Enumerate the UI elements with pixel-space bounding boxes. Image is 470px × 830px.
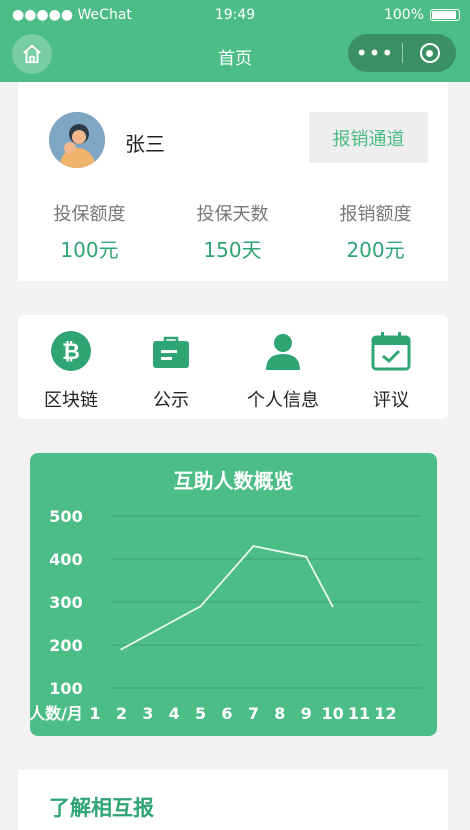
stat-label: 投保天数: [196, 204, 269, 225]
avatar-image: [49, 112, 105, 168]
battery-icon: [430, 9, 460, 21]
stat-label: 报销额度: [339, 204, 412, 225]
x-tick-label: 7: [248, 704, 259, 723]
data-point: [199, 605, 202, 608]
feature-menu: ₿ 区块链 公示 个人信息 评议: [18, 315, 448, 419]
about-title: 了解相互报: [49, 796, 154, 820]
more-menu-button[interactable]: •••: [348, 34, 402, 72]
data-point: [331, 605, 334, 608]
line-chart: 100200300400500人数/月 1 2 3 4 5 6 7 8 9 10 11 12: [30, 507, 422, 723]
nav-bar: 首页 •••: [0, 32, 470, 78]
stat-insured-amount: 投保额度 100元: [18, 200, 161, 263]
battery-percent: 100%: [383, 7, 424, 23]
x-tick-label: 10: [321, 704, 343, 723]
x-tick-label: 12: [374, 704, 396, 723]
data-point: [120, 648, 123, 651]
y-tick-label: 200: [49, 636, 82, 655]
menu-label: 区块链: [44, 390, 98, 411]
target-icon: [419, 43, 440, 63]
y-tick-label: 500: [49, 507, 82, 526]
stat-value: 100元: [60, 238, 119, 262]
status-bar: ●●●●● WeChat 19:49 100%: [0, 0, 470, 32]
stat-claim-amount: 报销额度 200元: [304, 200, 447, 263]
battery-indicator: 100%: [384, 7, 460, 23]
x-tick-label: 1: [89, 704, 100, 723]
user-icon: [261, 329, 305, 373]
bitcoin-icon: ₿: [49, 329, 93, 373]
menu-label: 个人信息: [247, 390, 319, 411]
menu-item-announcement[interactable]: 公示: [118, 329, 224, 412]
members-chart-card: 互助人数概览 100 200 300 400 500 人数/月 1 2 3 4 5 6 7 8 9 10 11 1…: [30, 453, 437, 736]
avatar[interactable]: [49, 112, 105, 168]
x-tick-label: 6: [221, 704, 232, 723]
x-tick-label: 11: [348, 704, 370, 723]
svg-text:₿: ₿: [62, 340, 80, 365]
menu-label: 评议: [373, 390, 409, 411]
close-mini-program-button[interactable]: [403, 43, 456, 63]
x-tick-label: 5: [195, 704, 206, 723]
data-point: [252, 545, 255, 548]
menu-item-blockchain[interactable]: ₿ 区块链: [18, 329, 124, 412]
stat-value: 150天: [203, 238, 262, 262]
x-tick-label: 4: [169, 704, 180, 723]
calendar-check-icon: [369, 329, 413, 373]
stat-value: 200元: [346, 238, 405, 262]
briefcase-icon: [149, 329, 193, 373]
stat-insured-days: 投保天数 150天: [161, 200, 304, 263]
claim-channel-button[interactable]: 报销通道: [309, 112, 428, 163]
user-name: 张三: [125, 132, 165, 156]
data-point: [305, 555, 308, 558]
profile-card: 张三 报销通道 投保额度 100元 投保天数 150天 报销额度 200元: [18, 82, 448, 281]
menu-item-review[interactable]: 评议: [338, 329, 444, 412]
menu-label: 公示: [153, 390, 189, 411]
x-axis-label: 人数/月: [30, 704, 83, 723]
x-tick-label: 2: [116, 704, 127, 723]
series-line: [120, 545, 334, 651]
menu-item-personal-info[interactable]: 个人信息: [230, 329, 336, 412]
stat-label: 投保额度: [53, 204, 126, 225]
about-section: 了解相互报: [18, 770, 448, 830]
mini-program-capsule: •••: [348, 34, 456, 72]
x-tick-label: 3: [142, 704, 153, 723]
x-tick-label: 8: [274, 704, 285, 723]
y-tick-label: 100: [49, 679, 82, 698]
x-tick-label: 9: [301, 704, 312, 723]
y-tick-label: 300: [49, 593, 82, 612]
y-tick-label: 400: [49, 550, 82, 569]
